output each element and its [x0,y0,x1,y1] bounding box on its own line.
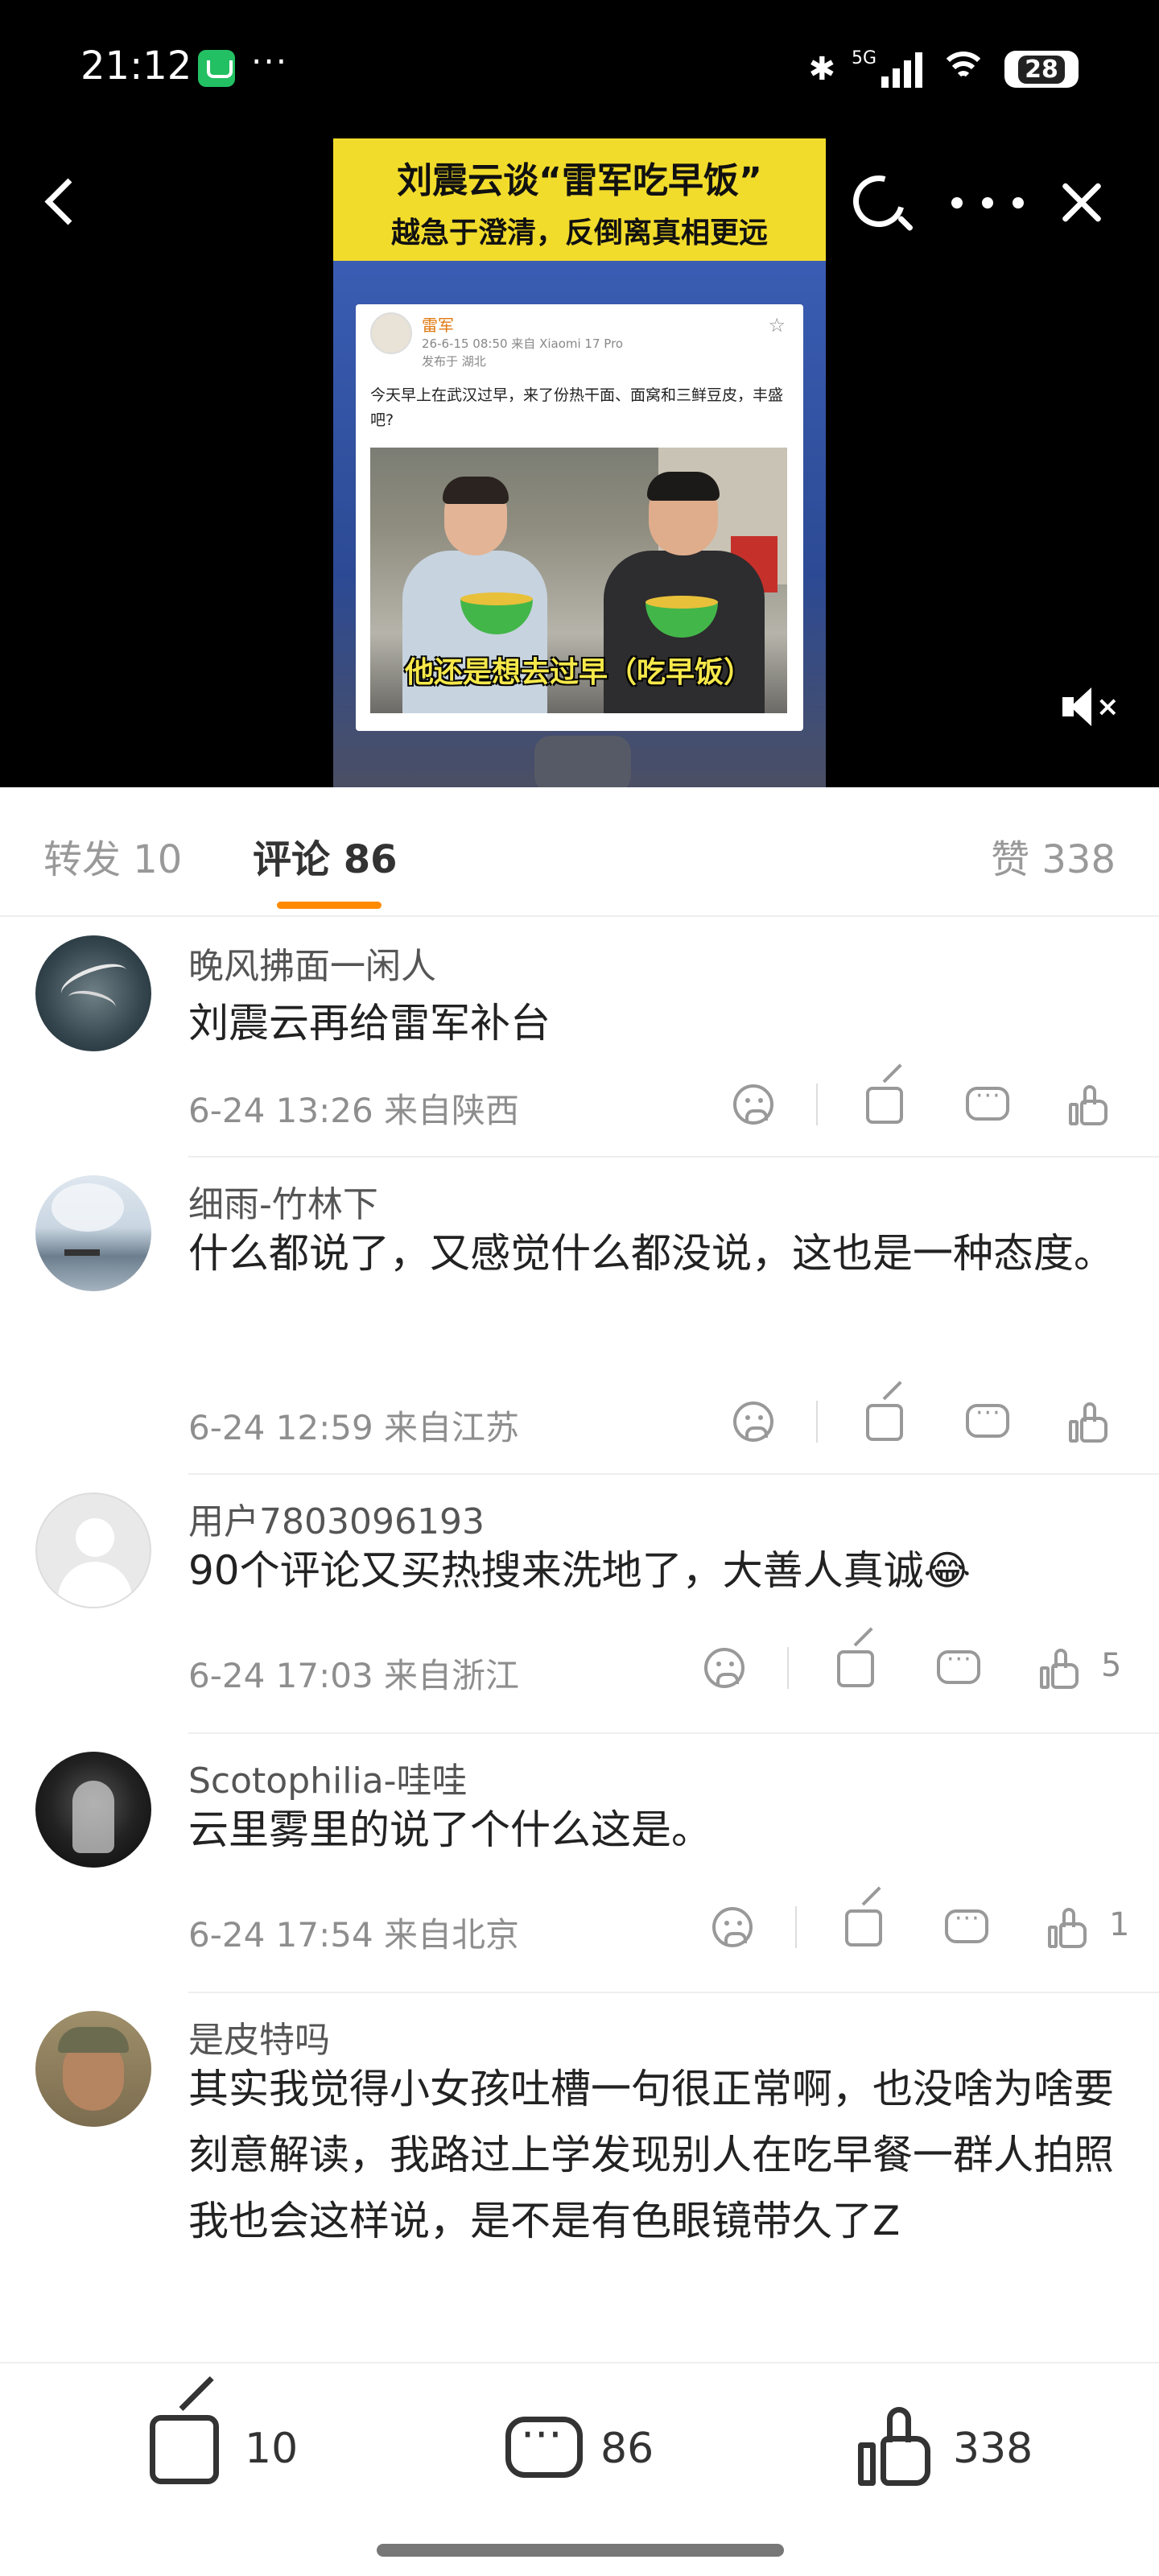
comment-text: 90个评论又买热搜来洗地了，大善人真诚😂 [188,1547,971,1594]
reply-icon[interactable] [963,1397,1011,1446]
comment-icon [505,2409,583,2478]
share-icon[interactable] [861,1080,909,1129]
repost-button[interactable]: 10 [150,2407,327,2487]
reply-icon[interactable] [934,1644,982,1692]
share-icon[interactable] [832,1644,881,1692]
post-meta: 26-6-15 08:50 来自 Xiaomi 17 Pro [422,336,624,351]
like-icon[interactable] [1035,1644,1083,1692]
dislike-icon[interactable] [708,1903,757,1951]
comment-item: 晚风拂面一闲人 刘震云再给雷军补台 6-24 13:26 来自陕西 [0,918,1159,1170]
tab-likes[interactable]: 赞 338 [991,828,1116,884]
like-icon[interactable] [1043,1903,1091,1951]
battery-icon: 28 [1004,51,1079,88]
video-banner-title: 刘震云谈“雷军吃早饭” [397,160,762,201]
video-frame: 雷军 26-6-15 08:50 来自 Xiaomi 17 Pro 发布于 湖北… [333,261,826,787]
active-tab-indicator [277,902,382,909]
app-notification-icon [198,50,235,87]
comment-author[interactable]: Scotophilia-哇哇 [188,1752,468,1803]
comment-button[interactable]: 86 [505,2407,683,2487]
status-bar: 21:12 ··· ✱ 5G 28 [0,0,1159,137]
repost-count: 10 [245,2425,299,2473]
repost-icon [150,2415,219,2484]
comment-item: 细雨-竹林下 什么都说了，又感觉什么都没说，这也是一种态度。 6-24 12:5… [0,1158,1159,1475]
post-text: 今天早上在武汉过早，来了份热干面、面窝和三鲜豆皮，丰盛吧? [370,386,784,429]
bluetooth-icon: ✱ [808,51,835,88]
avatar[interactable] [35,2011,151,2127]
like-count: 1 [1109,1906,1130,1943]
tab-bar: 转发 10 评论 86 赞 338 [0,787,1159,917]
home-indicator[interactable] [377,2544,784,2557]
comment-item: 用户7803096193 90个评论又买热搜来洗地了，大善人真诚😂 6-24 1… [0,1475,1159,1734]
post-photo: 他还是想去过早（吃早饭） [370,448,787,713]
signal-icon [881,51,922,88]
share-icon[interactable] [861,1397,909,1446]
comment-text: 刘震云再给雷军补台 [188,1000,551,1046]
like-button[interactable]: 338 [858,2407,1067,2487]
status-more-icon: ··· [251,42,289,81]
search-icon[interactable] [843,166,916,238]
comment-author[interactable]: 细雨-竹林下 [188,1175,378,1227]
like-count: 338 [953,2425,1033,2473]
like-icon [858,2407,935,2487]
avatar[interactable] [35,1492,151,1608]
tab-comments[interactable]: 评论 86 [253,837,398,882]
video-banner: 刘震云谈“雷军吃早饭” 越急于澄清，反倒离真相更远 [333,138,826,261]
comment-meta: 6-24 17:03 来自浙江 [188,1656,520,1695]
wifi-icon [938,50,988,89]
dislike-icon[interactable] [700,1644,749,1692]
comment-item: 是皮特吗 其实我觉得小女孩吐槽一句很正常啊，也没啥为啥要刻意解读，我路过上学发现… [0,1993,1159,2363]
avatar[interactable] [35,1752,151,1868]
post-author-avatar [370,312,412,354]
dislike-icon[interactable] [729,1080,777,1129]
avatar[interactable] [35,1175,151,1291]
video-banner-subtitle: 越急于澄清，反倒离真相更远 [390,217,768,250]
status-icons: ✱ 5G 28 [808,45,1079,93]
status-time: 21:12 [80,43,192,89]
network-type: 5G [851,47,876,68]
like-icon[interactable] [1064,1080,1112,1129]
dislike-icon[interactable] [729,1397,777,1446]
star-icon: ☆ [768,314,786,336]
comment-meta: 6-24 17:54 来自北京 [188,1915,520,1955]
more-options-icon[interactable] [951,179,1024,227]
media-header: 21:12 ··· ✱ 5G 28 刘震云谈“雷军吃早饭” 越急于澄清，反倒离真… [0,0,1159,787]
reply-icon[interactable] [963,1080,1011,1129]
comment-meta: 6-24 12:59 来自江苏 [188,1408,520,1447]
video-caption: 他还是想去过早（吃早饭） [404,656,753,689]
share-icon[interactable] [840,1903,889,1951]
comment-text: 其实我觉得小女孩吐槽一句很正常啊，也没啥为啥要刻意解读，我路过上学发现别人在吃早… [188,2066,1114,2244]
battery-level: 28 [1018,55,1065,84]
back-icon[interactable] [34,171,90,235]
tab-repost[interactable]: 转发 10 [43,828,182,884]
comment-author[interactable]: 用户7803096193 [188,1492,485,1544]
comment-text: 云里雾里的说了个什么这是。 [188,1806,711,1853]
close-icon[interactable] [1051,172,1112,233]
like-count: 5 [1101,1647,1122,1684]
comment-author[interactable]: 晚风拂面一闲人 [188,937,436,989]
comment-author[interactable]: 是皮特吗 [188,2011,330,2062]
post-location: 发布于 湖北 [422,354,486,369]
embedded-post-card: 雷军 26-6-15 08:50 来自 Xiaomi 17 Pro 发布于 湖北… [356,304,803,731]
mute-icon[interactable]: × [1062,686,1120,731]
comment-count: 86 [600,2425,654,2473]
like-icon[interactable] [1064,1397,1112,1446]
comment-item: Scotophilia-哇哇 云里雾里的说了个什么这是。 6-24 17:54 … [0,1734,1159,1993]
comment-text: 什么都说了，又感觉什么都没说，这也是一种态度。 [188,1230,1114,1277]
video-player[interactable]: 刘震云谈“雷军吃早饭” 越急于澄清，反倒离真相更远 雷军 26-6-15 08:… [333,138,826,787]
avatar[interactable] [35,935,151,1051]
reply-icon[interactable] [942,1903,990,1951]
post-author-name: 雷军 [422,316,454,335]
comment-meta: 6-24 13:26 来自陕西 [188,1091,520,1130]
screen: 21:12 ··· ✱ 5G 28 刘震云谈“雷军吃早饭” 越急于澄清，反倒离真… [0,0,1159,2576]
